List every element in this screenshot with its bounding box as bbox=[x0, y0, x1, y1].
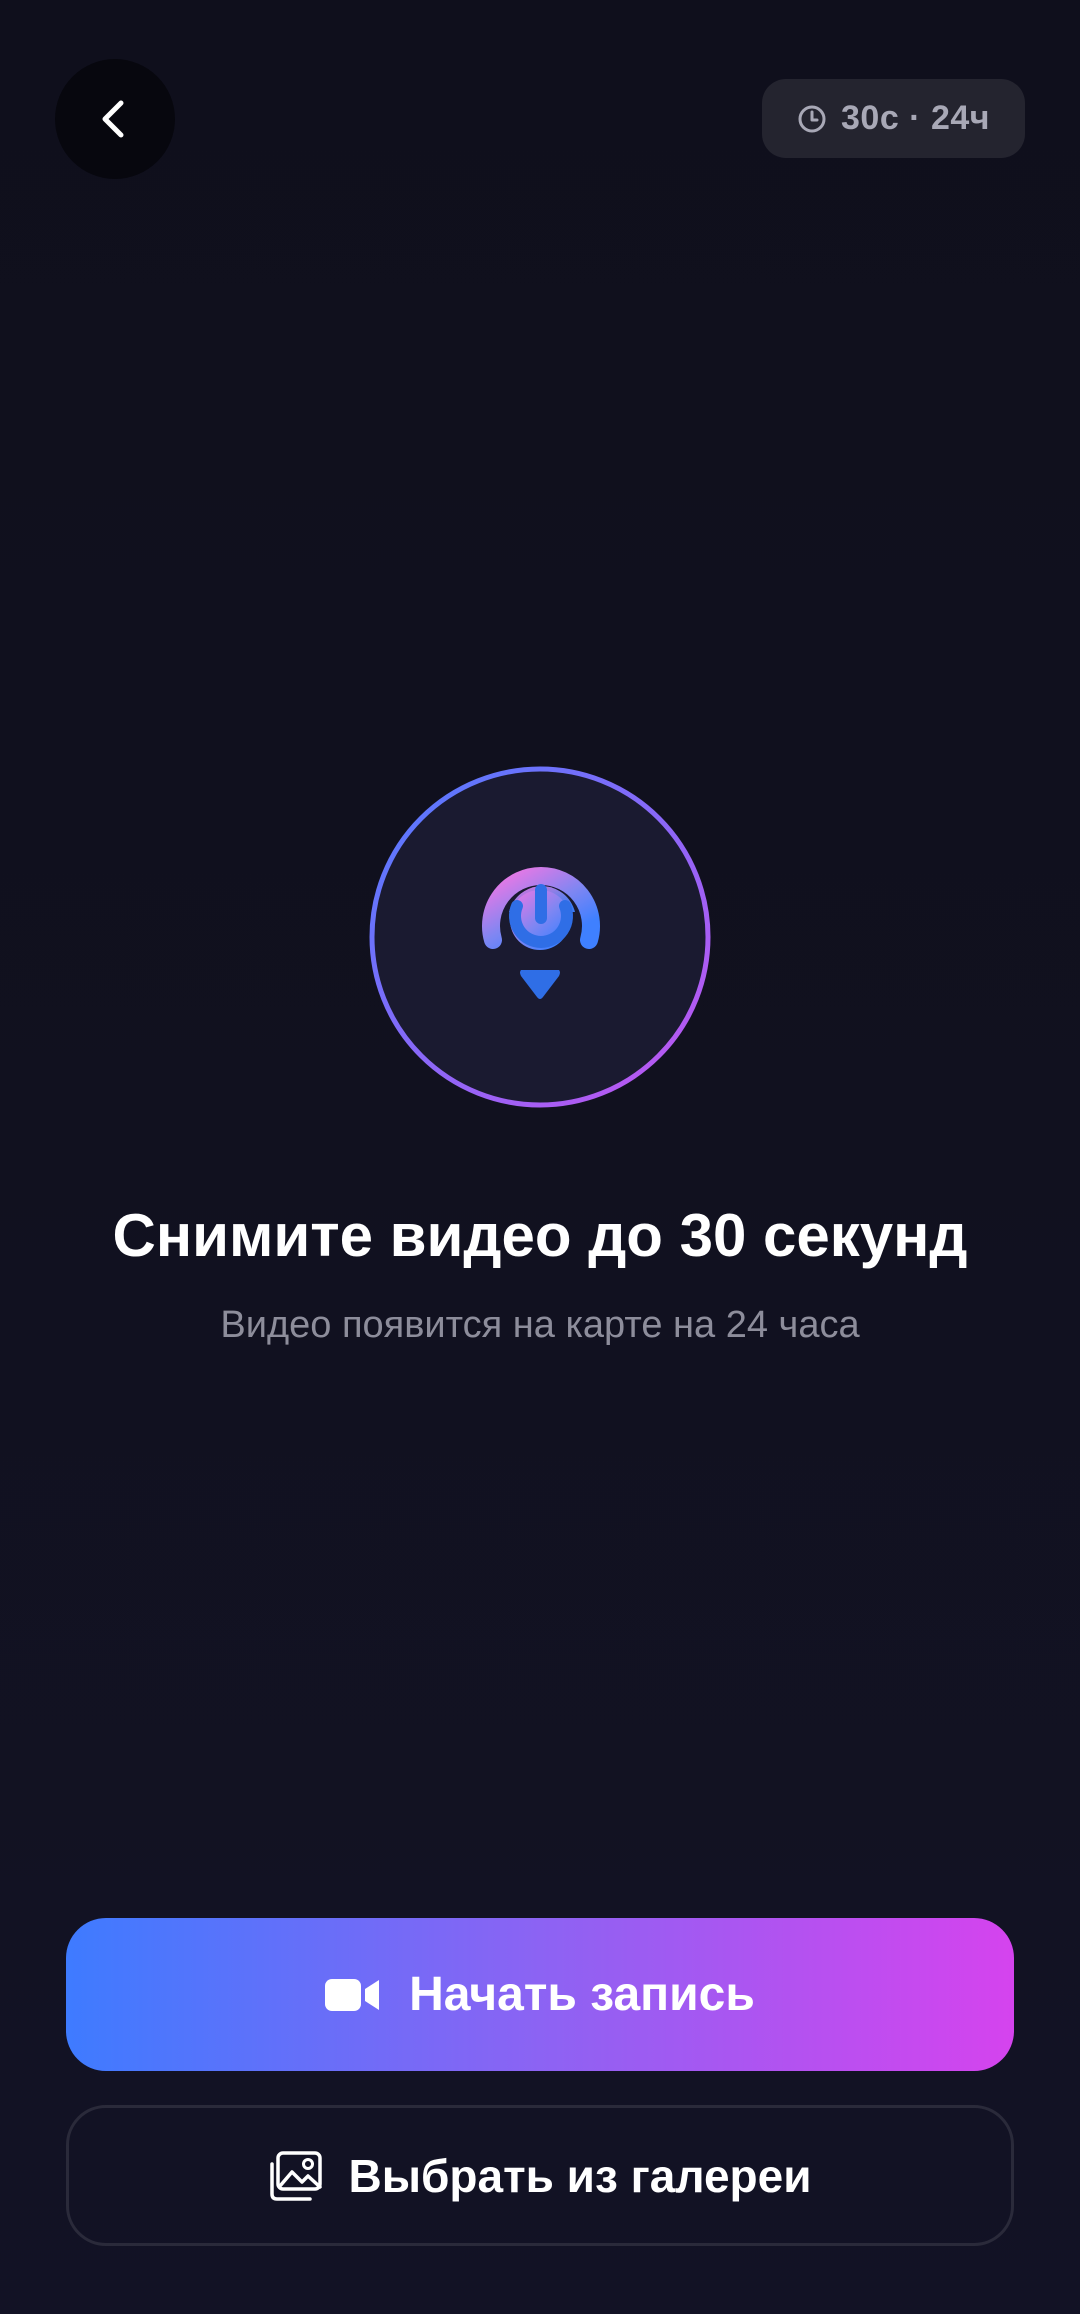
duration-text: 30с · 24ч bbox=[841, 99, 990, 137]
chevron-left-icon bbox=[102, 100, 124, 138]
video-camera-icon bbox=[325, 1978, 380, 2011]
duration-badge: 30с · 24ч bbox=[762, 79, 1025, 158]
gallery-image-icon bbox=[270, 2150, 323, 2201]
start-recording-button[interactable]: Начать запись bbox=[66, 1918, 1014, 2071]
page-subtitle: Видео появится на карте на 24 часа bbox=[220, 1304, 860, 1346]
start-recording-label: Начать запись bbox=[409, 1968, 755, 2021]
clock-icon bbox=[798, 105, 826, 132]
back-button[interactable] bbox=[55, 59, 175, 179]
choose-from-gallery-label: Выбрать из галереи bbox=[348, 2149, 812, 2202]
record-video-screen: 30с · 24ч Снимите видео до 30 секунд Вид… bbox=[0, 0, 1080, 2314]
choose-from-gallery-button[interactable]: Выбрать из галереи bbox=[66, 2105, 1014, 2246]
page-title: Снимите видео до 30 секунд bbox=[112, 1202, 968, 1269]
map-pin-video-icon bbox=[369, 766, 711, 1108]
